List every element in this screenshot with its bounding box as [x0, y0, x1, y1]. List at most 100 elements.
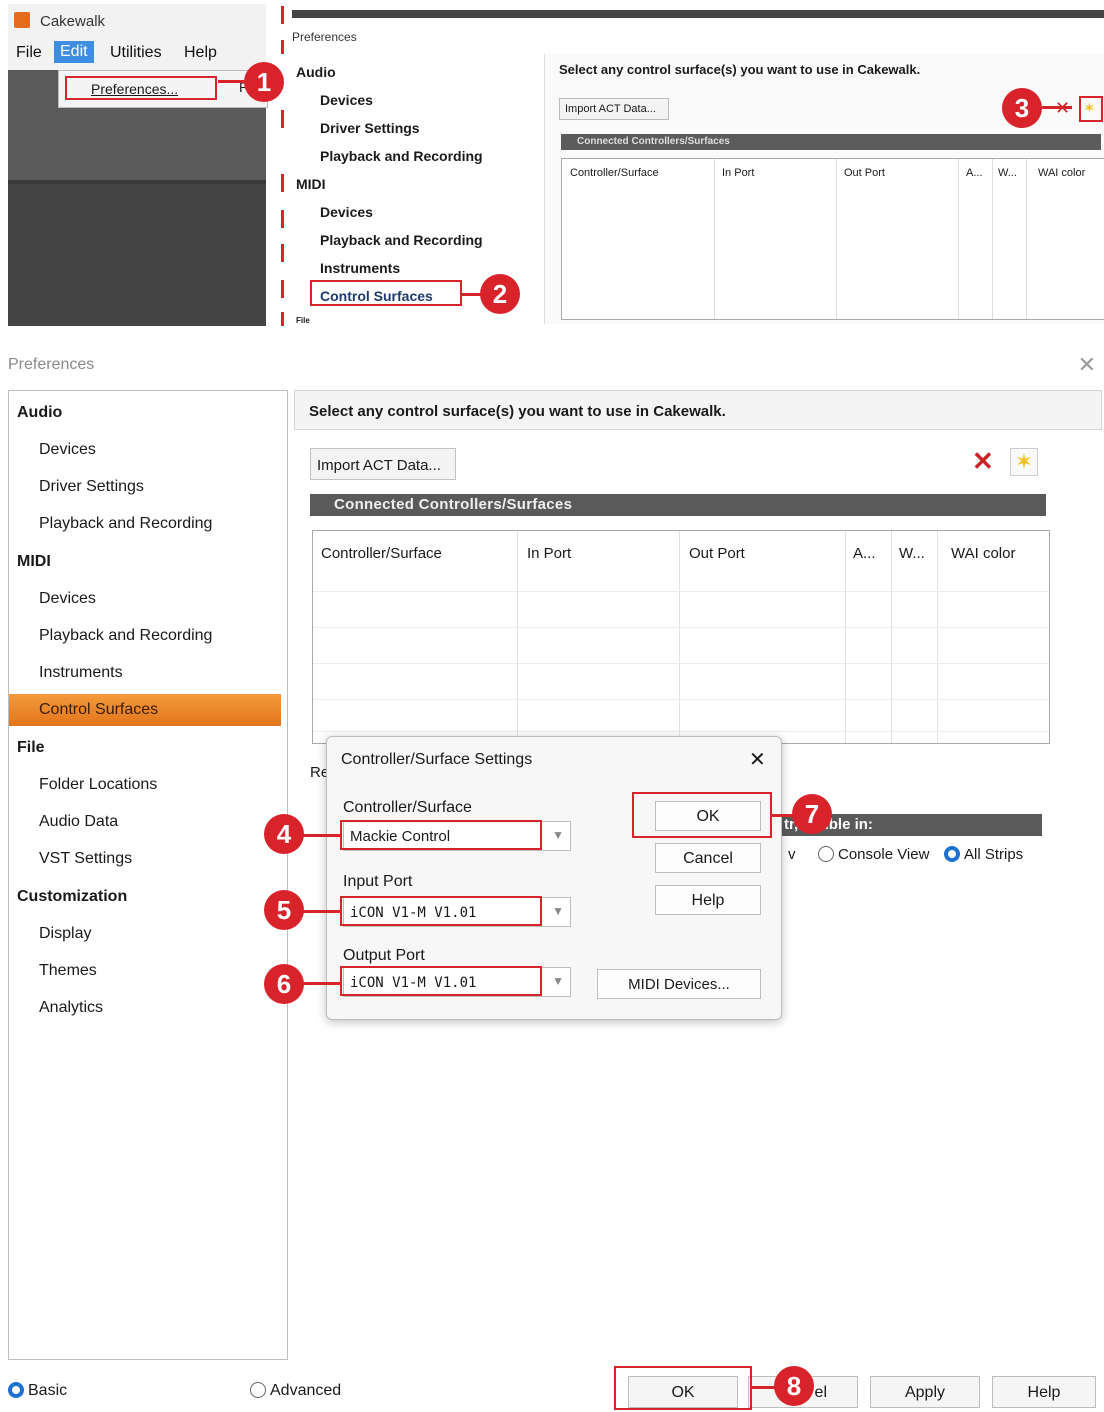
connected-surfaces-bar: Connected Controllers/Surfaces — [310, 494, 1046, 516]
column-divider — [845, 531, 846, 743]
edit-dropdown-menu: Preferences... P — [58, 70, 268, 108]
col-controller-surface[interactable]: Controller/Surface — [321, 545, 442, 562]
callout-leader — [300, 910, 340, 913]
cakewalk-window: Cakewalk File Edit Utilities Help Prefer… — [8, 4, 268, 326]
preview-nav-midi-devices[interactable]: Devices — [320, 204, 373, 220]
nav-midi-devices[interactable]: Devices — [9, 583, 281, 615]
preview-nav-instruments[interactable]: Instruments — [320, 260, 400, 276]
preview-col-out-port: Out Port — [844, 167, 885, 179]
nav-driver-settings[interactable]: Driver Settings — [9, 471, 281, 503]
col-wai-color[interactable]: WAI color — [951, 545, 1015, 562]
help-button[interactable]: Help — [992, 1376, 1096, 1408]
nav-display[interactable]: Display — [9, 918, 281, 950]
cakewalk-logo-icon — [14, 12, 30, 28]
nav-midi[interactable]: MIDI — [9, 546, 281, 578]
column-divider — [1026, 159, 1027, 319]
preview-nav-audio-playback[interactable]: Playback and Recording — [320, 148, 483, 164]
add-surface-icon: ✶ — [1083, 100, 1096, 117]
callout-leader — [462, 293, 482, 296]
nav-audio-data[interactable]: Audio Data — [9, 806, 281, 838]
preview-col-controller: Controller/Surface — [570, 167, 659, 179]
nav-analytics[interactable]: Analytics — [9, 992, 281, 1024]
dialog-cancel-button[interactable]: Cancel — [655, 843, 761, 873]
callout-leader — [772, 814, 794, 817]
preview-nav-audio[interactable]: Audio — [296, 64, 336, 80]
preview-nav-file[interactable]: File — [296, 316, 310, 324]
surfaces-table: Controller/Surface In Port Out Port A...… — [312, 530, 1050, 744]
nav-midi-playback[interactable]: Playback and Recording — [9, 620, 281, 652]
nav-customization[interactable]: Customization — [9, 881, 281, 913]
callout-leader — [300, 834, 340, 837]
apply-button[interactable]: Apply — [870, 1376, 980, 1408]
col-in-port[interactable]: In Port — [527, 545, 571, 562]
column-divider — [937, 531, 938, 743]
close-icon[interactable]: ✕ — [1078, 352, 1096, 378]
menu-bar: File Edit Utilities Help — [8, 38, 266, 70]
callout-8: 8 — [774, 1366, 814, 1406]
nav-file[interactable]: File — [9, 732, 281, 764]
row-divider — [313, 663, 1049, 664]
input-port-label: Input Port — [343, 873, 413, 890]
callout-leader — [1042, 106, 1072, 109]
add-surface-icon[interactable]: ✶ — [1010, 448, 1038, 476]
cakewalk-titlebar: Cakewalk — [8, 4, 266, 38]
callout-6: 6 — [264, 964, 304, 1004]
nav-control-surfaces[interactable]: Control Surfaces — [9, 694, 281, 726]
callout-5: 5 — [264, 890, 304, 930]
callout-leader — [300, 982, 340, 985]
menu-item-preferences[interactable]: Preferences... — [65, 76, 217, 100]
preview-nav-midi-playback[interactable]: Playback and Recording — [320, 232, 483, 248]
callout-leader — [752, 1386, 776, 1389]
column-divider — [679, 531, 680, 743]
basic-radio[interactable]: Basic — [8, 1382, 67, 1400]
nav-themes[interactable]: Themes — [9, 955, 281, 987]
menu-file[interactable]: File — [16, 44, 42, 62]
content-heading: Select any control surface(s) you want t… — [294, 390, 1102, 430]
menu-edit[interactable]: Edit — [54, 41, 94, 63]
nav-folder-locations[interactable]: Folder Locations — [9, 769, 281, 801]
preview-surfaces-table: Controller/Surface In Port Out Port A...… — [561, 158, 1104, 320]
highlight-dialog-ok — [632, 792, 772, 838]
advanced-radio[interactable]: Advanced — [250, 1382, 341, 1400]
callout-2: 2 — [480, 274, 520, 314]
delete-surface-icon[interactable]: ✕ — [972, 446, 994, 477]
midi-devices-button[interactable]: MIDI Devices... — [597, 969, 761, 999]
col-a[interactable]: A... — [853, 545, 876, 562]
row-divider — [313, 591, 1049, 592]
output-port-label: Output Port — [343, 947, 425, 964]
nav-instruments[interactable]: Instruments — [9, 657, 281, 689]
callout-4: 4 — [264, 814, 304, 854]
preview-col-in-port: In Port — [722, 167, 755, 179]
nav-audio-devices[interactable]: Devices — [9, 434, 281, 466]
callout-1: 1 — [244, 62, 284, 102]
nav-audio-playback[interactable]: Playback and Recording — [9, 508, 281, 540]
preview-nav-audio-devices[interactable]: Devices — [320, 92, 373, 108]
radio-off-icon — [250, 1382, 266, 1398]
col-w[interactable]: W... — [899, 545, 925, 562]
window-title: Preferences — [8, 356, 95, 373]
preferences-nav: Audio Devices Driver Settings Playback a… — [8, 390, 288, 1360]
import-act-data-button[interactable]: Import ACT Data... — [310, 448, 456, 480]
menu-utilities[interactable]: Utilities — [110, 44, 162, 62]
close-icon[interactable]: ✕ — [749, 747, 766, 772]
advanced-label: Advanced — [270, 1382, 342, 1399]
column-divider — [836, 159, 837, 319]
console-view-radio[interactable]: Console View — [818, 846, 929, 863]
preview-nav-midi[interactable]: MIDI — [296, 176, 326, 192]
nav-audio[interactable]: Audio — [9, 397, 281, 429]
col-out-port[interactable]: Out Port — [689, 545, 745, 562]
highlight-input-port — [340, 896, 542, 926]
preview-import-act-button[interactable]: Import ACT Data... — [559, 98, 669, 120]
preview-nav-driver-settings[interactable]: Driver Settings — [320, 120, 420, 136]
nav-vst-settings[interactable]: VST Settings — [9, 843, 281, 875]
all-strips-label: All Strips — [964, 846, 1024, 863]
column-divider — [517, 531, 518, 743]
add-surface-button[interactable]: ✶ — [1079, 96, 1103, 122]
preview-connected-bar: Connected Controllers/Surfaces — [561, 134, 1101, 150]
menu-help[interactable]: Help — [184, 44, 217, 62]
radio-on-icon — [8, 1382, 24, 1398]
dialog-help-button[interactable]: Help — [655, 885, 761, 915]
basic-label: Basic — [28, 1382, 68, 1399]
all-strips-radio[interactable]: All Strips — [944, 846, 1023, 863]
row-divider — [313, 627, 1049, 628]
